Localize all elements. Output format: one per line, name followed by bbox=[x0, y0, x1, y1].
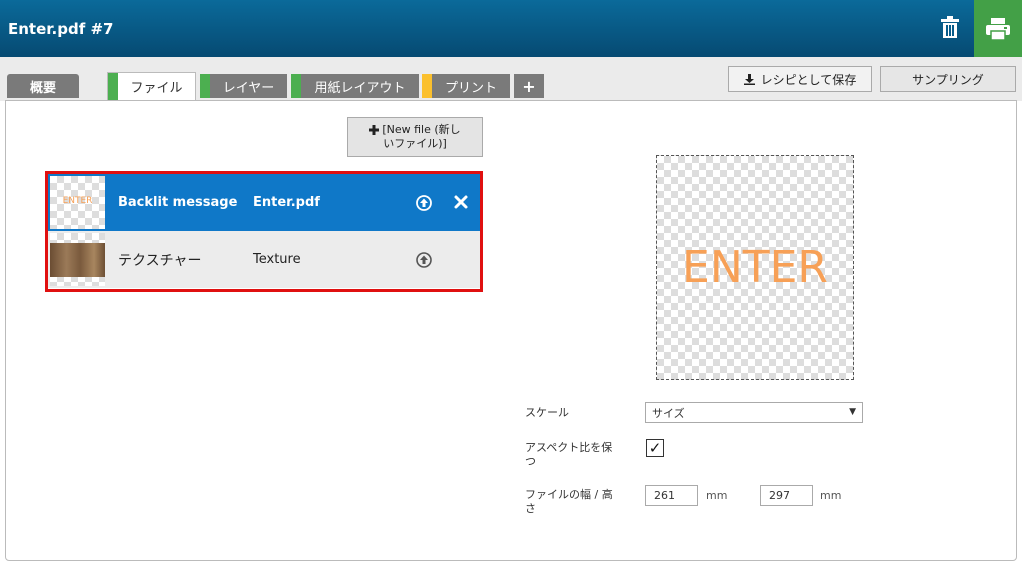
dropdown-arrow-icon: ▼ bbox=[849, 407, 856, 417]
trash-icon bbox=[941, 16, 959, 38]
download-icon bbox=[743, 73, 755, 85]
width-input[interactable]: 261 bbox=[645, 485, 698, 506]
height-input[interactable]: 297 bbox=[760, 485, 813, 506]
width-unit: mm bbox=[706, 489, 728, 502]
file-thumbnail bbox=[50, 233, 105, 286]
file-row-backlit[interactable]: ENTER Backlit message Enter.pdf bbox=[48, 174, 480, 231]
file-size-label-line1: ファイルの幅 / 高 bbox=[525, 488, 613, 501]
file-size-label-line2: さ bbox=[525, 502, 536, 515]
new-file-button[interactable]: [New file (新し いファイル)] bbox=[347, 117, 483, 157]
scale-select[interactable]: サイズ ▼ bbox=[645, 402, 863, 423]
save-as-recipe-button[interactable]: レシピとして保存 bbox=[728, 66, 872, 92]
file-name: Backlit message bbox=[118, 195, 238, 210]
printer-icon bbox=[986, 17, 1010, 40]
file-size-label: ファイルの幅 / 高 さ bbox=[525, 488, 613, 516]
check-icon: ✓ bbox=[648, 439, 662, 457]
app-header: Enter.pdf #7 bbox=[0, 0, 1022, 57]
tab-status-marker bbox=[200, 74, 210, 98]
plus-icon: + bbox=[522, 76, 536, 96]
tab-file[interactable]: ファイル bbox=[107, 72, 196, 100]
page-title: Enter.pdf #7 bbox=[8, 20, 114, 38]
height-value: 297 bbox=[769, 489, 790, 502]
aspect-ratio-label-line2: つ bbox=[525, 455, 536, 468]
sampling-button[interactable]: サンプリング bbox=[880, 66, 1016, 92]
tab-paper-layout-label: 用紙レイアウト bbox=[314, 80, 406, 96]
print-button[interactable] bbox=[974, 0, 1022, 57]
file-source: Enter.pdf bbox=[253, 195, 320, 210]
aspect-ratio-label: アスペクト比を保 つ bbox=[525, 441, 612, 469]
tab-overview[interactable]: 概要 bbox=[7, 74, 79, 98]
tab-paper-layout[interactable]: 用紙レイアウト bbox=[291, 74, 419, 98]
tab-print[interactable]: プリント bbox=[422, 74, 510, 98]
wood-texture-image bbox=[50, 243, 105, 277]
delete-job-button[interactable] bbox=[933, 11, 967, 43]
scale-select-value: サイズ bbox=[652, 406, 685, 420]
file-row-texture[interactable]: テクスチャー Texture bbox=[48, 231, 480, 288]
file-panel bbox=[5, 100, 1017, 561]
width-value: 261 bbox=[654, 489, 675, 502]
file-preview: ENTER bbox=[656, 155, 854, 380]
tab-overview-label: 概要 bbox=[29, 80, 56, 96]
tab-layer[interactable]: レイヤー bbox=[200, 74, 287, 98]
close-icon[interactable] bbox=[453, 194, 469, 210]
file-source: Texture bbox=[253, 252, 301, 267]
file-thumbnail: ENTER bbox=[50, 176, 105, 229]
preview-text: ENTER bbox=[682, 242, 828, 293]
save-as-recipe-label: レシピとして保存 bbox=[760, 72, 857, 87]
tab-layer-label: レイヤー bbox=[222, 80, 275, 96]
tab-print-label: プリント bbox=[444, 80, 497, 96]
add-tab-button[interactable]: + bbox=[514, 74, 544, 98]
thumbnail-text: ENTER bbox=[62, 196, 93, 206]
aspect-ratio-label-line1: アスペクト比を保 bbox=[525, 441, 613, 454]
tab-status-marker bbox=[291, 74, 301, 98]
height-unit: mm bbox=[820, 489, 842, 502]
new-file-label-line1: [New file (新し bbox=[382, 123, 461, 136]
file-list: ENTER Backlit message Enter.pdf テクスチャー T… bbox=[45, 171, 483, 292]
aspect-ratio-checkbox[interactable]: ✓ bbox=[646, 439, 664, 457]
move-up-icon[interactable] bbox=[416, 195, 432, 211]
new-file-label-line2: いファイル)] bbox=[383, 137, 447, 150]
tab-file-label: ファイル bbox=[130, 81, 183, 96]
tab-status-marker bbox=[422, 74, 432, 98]
scale-label: スケール bbox=[525, 406, 569, 419]
move-up-icon[interactable] bbox=[416, 252, 432, 268]
file-name: テクスチャー bbox=[118, 252, 202, 269]
plus-icon bbox=[369, 125, 380, 135]
sampling-label: サンプリング bbox=[912, 72, 984, 87]
tab-status-marker bbox=[108, 73, 118, 100]
